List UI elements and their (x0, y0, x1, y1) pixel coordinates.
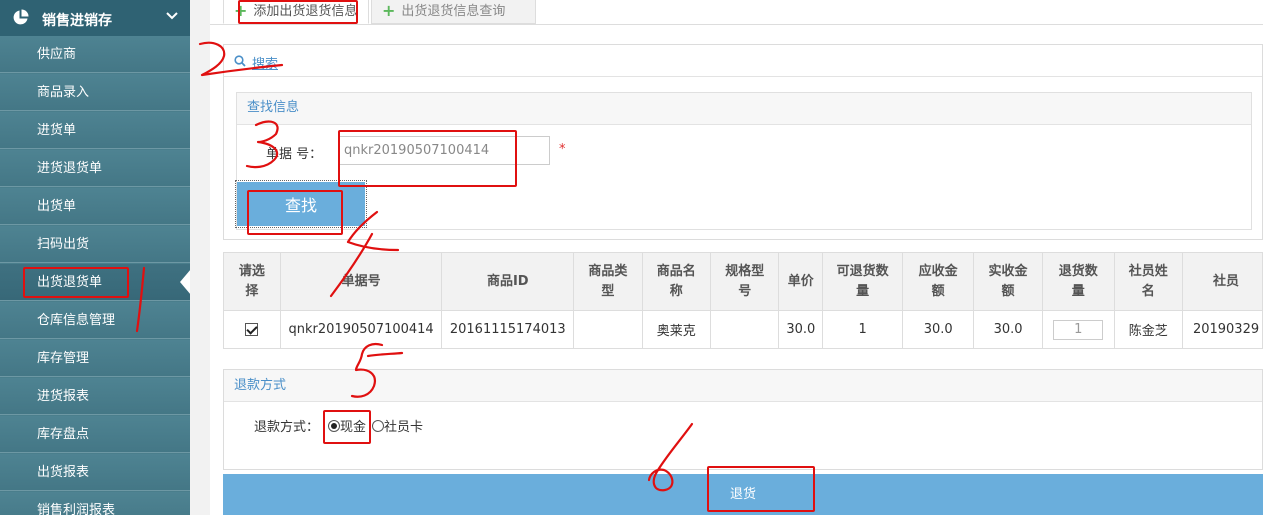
tab-label: 添加出货退货信息 (253, 4, 358, 19)
chevron-down-icon[interactable] (166, 11, 178, 21)
sidebar-item-label: 出货单 (37, 199, 77, 214)
sidebar-item-supplier[interactable]: 供应商 (0, 36, 190, 73)
refund-option-card-label: 社员卡 (384, 420, 424, 435)
cell-price: 30.0 (778, 310, 824, 349)
refund-option-card[interactable]: 社员卡 (372, 416, 423, 435)
sidebar-item-label: 销售利润报表 (37, 503, 116, 515)
search-link[interactable]: 搜索 (252, 53, 278, 72)
col-header-member-name: 社员姓名 (1113, 252, 1183, 311)
plus-icon: + (234, 1, 248, 20)
tabs-divider (210, 24, 1263, 25)
cell-returnable-qty: 1 (822, 310, 904, 349)
content-gutter (190, 0, 210, 515)
required-mark: * (559, 142, 566, 157)
sidebar-item-label: 仓库信息管理 (37, 313, 116, 328)
plus-icon: + (382, 1, 396, 20)
sidebar-item-label: 扫码出货 (37, 237, 90, 252)
refund-option-cash-label: 现金 (340, 420, 367, 435)
cell-return-qty: 1 (1042, 310, 1115, 349)
results-table: 请选择 单据号 商品ID 商品类型 商品名称 规格型号 单价 可退货数量 应收金… (223, 252, 1263, 349)
cell-received: 30.0 (973, 310, 1044, 349)
refund-method-label: 退款方式： (254, 420, 320, 435)
table-row: qnkr20190507100414 20161115174013 奥莱克 30… (223, 310, 1263, 349)
cell-doc-no: qnkr20190507100414 (279, 310, 443, 349)
cell-member-extra: 20190329 (1181, 310, 1263, 349)
sidebar-item-product-entry[interactable]: 商品录入 (0, 74, 190, 111)
sidebar-item-shipment-report[interactable]: 出货报表 (0, 454, 190, 491)
sidebar-item-purchase-report[interactable]: 进货报表 (0, 378, 190, 415)
col-header-returnable-qty: 可退货数量 (822, 252, 904, 311)
doc-no-label: 单据 号： (266, 147, 323, 162)
sidebar-item-shipment-return[interactable]: 出货退货单 (0, 264, 190, 301)
sidebar-item-label: 进货退货单 (37, 161, 103, 176)
sidebar-item-scan-shipment[interactable]: 扫码出货 (0, 226, 190, 263)
sidebar-item-label: 进货报表 (37, 389, 90, 404)
sidebar-item-stocktake[interactable]: 库存盘点 (0, 416, 190, 453)
col-header-product-type: 商品类型 (573, 252, 643, 311)
col-header-return-qty: 退货数量 (1042, 252, 1115, 311)
sidebar-item-purchase-return[interactable]: 进货退货单 (0, 150, 190, 187)
doc-no-input[interactable] (339, 136, 550, 165)
tab-add-return[interactable]: + 添加出货退货信息 (223, 0, 369, 24)
sidebar-item-shipment[interactable]: 出货单 (0, 188, 190, 225)
row-select-cell[interactable] (223, 310, 281, 349)
sidebar: 销售进销存 供应商 商品录入 进货单 进货退货单 出货单 扫码出货 出货退货单 … (0, 0, 190, 515)
col-header-product-name: 商品名称 (641, 252, 712, 311)
col-header-select: 请选择 (223, 252, 281, 311)
cell-spec (709, 310, 780, 349)
col-header-receivable: 应收金额 (902, 252, 975, 311)
col-header-member: 社员 (1181, 252, 1263, 311)
sidebar-title: 销售进销存 (42, 13, 112, 29)
col-header-doc-no: 单据号 (279, 252, 443, 311)
col-header-received: 实收金额 (973, 252, 1044, 311)
cell-product-name: 奥莱克 (641, 310, 712, 349)
cell-product-type (573, 310, 643, 349)
sidebar-item-label: 出货报表 (37, 465, 90, 480)
return-submit-button[interactable]: 退货 (223, 474, 1263, 515)
table-header-row: 请选择 单据号 商品ID 商品类型 商品名称 规格型号 单价 可退货数量 应收金… (223, 252, 1263, 311)
sidebar-item-inventory[interactable]: 库存管理 (0, 340, 190, 377)
search-icon (234, 55, 246, 67)
sidebar-item-label: 库存盘点 (37, 427, 90, 442)
sidebar-item-profit-report[interactable]: 销售利润报表 (0, 492, 190, 515)
tab-query-return[interactable]: + 出货退货信息查询 (371, 0, 536, 24)
find-button[interactable]: 查找 (237, 182, 365, 226)
refund-panel-title: 退款方式 (224, 370, 1262, 402)
col-header-product-id: 商品ID (441, 252, 575, 311)
sidebar-item-label: 供应商 (37, 47, 77, 62)
search-panel-header: 搜索 (224, 45, 1262, 77)
sidebar-item-warehouse[interactable]: 仓库信息管理 (0, 302, 190, 339)
cell-member-name: 陈金芝 (1113, 310, 1183, 349)
sidebar-item-label: 库存管理 (37, 351, 90, 366)
sidebar-item-label: 出货退货单 (37, 275, 103, 290)
sidebar-item-purchase-order[interactable]: 进货单 (0, 112, 190, 149)
find-info-title: 查找信息 (237, 93, 1251, 125)
sidebar-header[interactable]: 销售进销存 (0, 0, 190, 36)
refund-option-cash[interactable]: 现金 (328, 416, 366, 435)
col-header-price: 单价 (778, 252, 824, 311)
radio-member-card[interactable] (372, 420, 384, 432)
col-header-spec: 规格型号 (709, 252, 780, 311)
cell-receivable: 30.0 (902, 310, 975, 349)
sidebar-item-label: 进货单 (37, 123, 77, 138)
cell-product-id: 20161115174013 (441, 310, 575, 349)
row-checkbox[interactable] (245, 323, 259, 336)
return-qty-input[interactable]: 1 (1053, 319, 1104, 340)
sidebar-item-label: 商品录入 (37, 85, 90, 100)
radio-cash[interactable] (328, 420, 340, 432)
tab-label: 出货退货信息查询 (401, 4, 506, 19)
pie-chart-icon (13, 9, 29, 25)
